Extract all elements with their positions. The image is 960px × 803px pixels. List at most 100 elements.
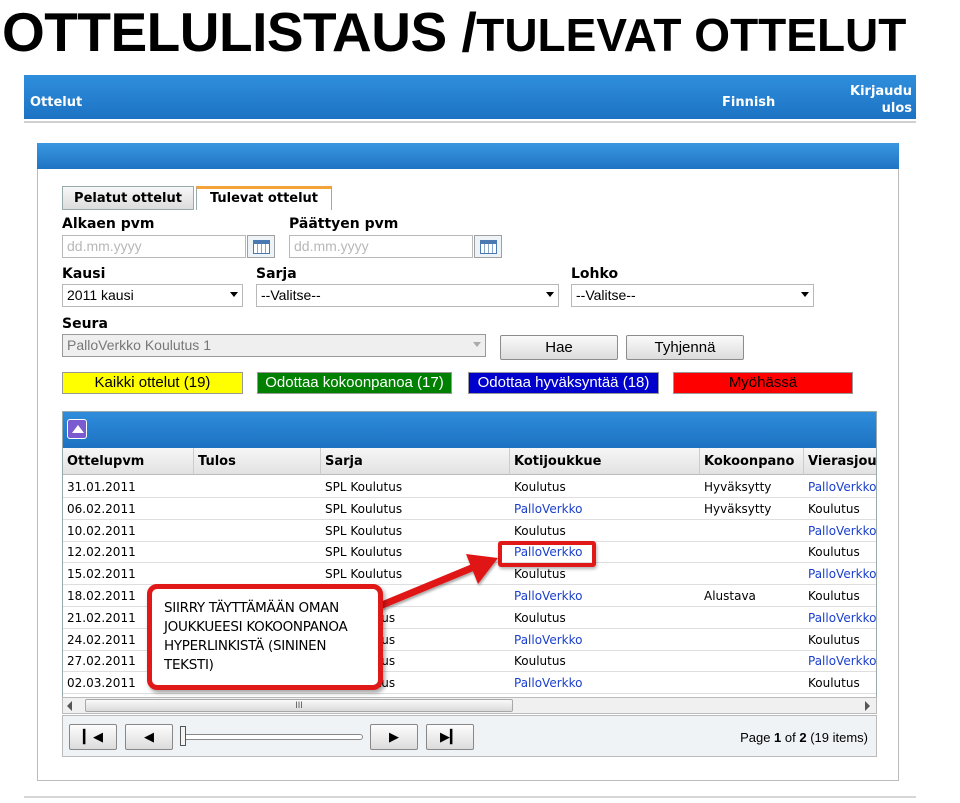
cell-date: 10.02.2011 (67, 523, 136, 538)
cell-away-team[interactable]: PalloVerkko (808, 480, 876, 494)
column-header-lineup[interactable]: Kokoonpano (700, 448, 804, 475)
cell-away-team: Koulutus (808, 589, 860, 603)
instruction-callout: SIIRRY TÄYTTÄMÄÄN OMAN JOUKKUEESI KOKOON… (147, 584, 383, 690)
filter-late[interactable]: Myöhässä (673, 372, 853, 394)
scroll-right-icon[interactable] (865, 701, 870, 711)
column-header-result[interactable]: Tulos (194, 448, 321, 475)
cell-date: 27.02.2011 (67, 654, 136, 669)
page-prefix: Page (740, 730, 775, 745)
series-label: Sarja (256, 266, 297, 282)
tab-played-matches[interactable]: Pelatut ottelut (62, 186, 194, 210)
start-date-label: Alkaen pvm (62, 216, 155, 232)
start-date-input[interactable]: dd.mm.yyyy (62, 235, 246, 258)
cell-home-team[interactable]: PalloVerkko (514, 502, 582, 516)
pager: ▎◀ ◀ ▶ ▶▎ Page 1 of 2 (19 items) (62, 715, 877, 757)
nav-matches-link[interactable]: Ottelut (30, 95, 82, 110)
group-value: --Valitse-- (576, 287, 636, 303)
group-label: Lohko (571, 266, 619, 282)
page-info: Page 1 of 2 (19 items) (740, 730, 868, 745)
logout-link[interactable]: Kirjaudu ulos (850, 83, 912, 117)
table-row: 06.02.2011 SPL Koulutus PalloVerkko Hyväksy… (63, 498, 876, 520)
filter-awaiting-approval[interactable]: Odottaa hyväksyntää (18) (468, 372, 659, 394)
first-page-icon: ▎◀ (83, 729, 103, 744)
cell-date: 06.02.2011 (67, 501, 136, 516)
cell-date: 02.03.2011 (67, 676, 136, 691)
cell-date: 24.02.2011 (67, 632, 136, 647)
cell-home-team: Koulutus (514, 654, 566, 669)
logout-line-2: ulos (881, 101, 912, 116)
cell-away-team: Koulutus (808, 501, 860, 516)
grid-toolbar (63, 412, 876, 448)
end-date-label: Päättyen pvm (289, 216, 399, 232)
scrollbar-thumb[interactable]: III (85, 699, 513, 712)
top-nav-bar: Ottelut Finnish Kirjaudu ulos (24, 75, 916, 119)
club-value: PalloVerkko Koulutus 1 (67, 337, 211, 353)
end-date-input[interactable]: dd.mm.yyyy (289, 235, 473, 258)
cell-away-team: Koulutus (808, 676, 860, 691)
cell-home-team: Koulutus (514, 567, 566, 582)
cell-away-team[interactable]: PalloVerkko (808, 567, 876, 581)
page-of: of (781, 730, 800, 745)
last-page-button[interactable]: ▶▎ (426, 724, 474, 750)
club-select: PalloVerkko Koulutus 1 (62, 334, 486, 357)
highlight-box (498, 541, 596, 567)
cell-home-team: Koulutus (514, 523, 566, 538)
tab-upcoming-matches[interactable]: Tulevat ottelut (196, 186, 332, 210)
table-row: 10.02.2011 SPL Koulutus Koulutus PalloVerkk… (63, 520, 876, 542)
cell-series: SPL Koulutus (325, 523, 403, 538)
season-select[interactable]: 2011 kausi (62, 284, 243, 307)
first-page-button[interactable]: ▎◀ (69, 724, 117, 750)
cell-date: 31.01.2011 (67, 480, 136, 494)
scroll-left-icon[interactable] (67, 701, 72, 711)
filter-all-matches[interactable]: Kaikki ottelut (19) (62, 372, 243, 394)
column-header-away-team[interactable]: Vierasjoukkue (804, 448, 876, 475)
slide-title-main: OTTELULISTAUS / (2, 1, 477, 63)
column-header-home-team[interactable]: Kotijoukkue (510, 448, 700, 475)
calendar-icon[interactable] (247, 235, 275, 258)
cell-series: SPL Koulutus (325, 501, 403, 516)
table-row: 31.01.2011 SPL Koulutus Koulutus Hyväksytty… (63, 476, 876, 498)
arrow-icon (378, 554, 498, 609)
cell-away-team[interactable]: PalloVerkko (808, 611, 876, 625)
next-page-icon: ▶ (389, 729, 399, 744)
group-select[interactable]: --Valitse-- (571, 284, 814, 307)
slide-title: OTTELULISTAUS /TULEVAT OTTELUT (2, 0, 906, 63)
page-total: 2 (799, 730, 807, 745)
chevron-down-icon (230, 292, 238, 297)
column-header-series[interactable]: Sarja (321, 448, 510, 475)
cell-home-team[interactable]: PalloVerkko (514, 589, 582, 603)
chevron-down-icon (801, 292, 809, 297)
footer-divider (24, 796, 916, 798)
horizontal-scrollbar[interactable]: III (62, 697, 877, 714)
cell-home-team[interactable]: PalloVerkko (514, 633, 582, 647)
prev-page-button[interactable]: ◀ (125, 724, 173, 750)
cell-away-team[interactable]: PalloVerkko (808, 524, 876, 538)
next-page-button[interactable]: ▶ (370, 724, 418, 750)
clear-button[interactable]: Tyhjennä (626, 335, 744, 360)
filter-awaiting-lineup[interactable]: Odottaa kokoonpanoa (17) (257, 372, 452, 394)
chevron-down-icon (546, 292, 554, 297)
cell-home-team[interactable]: PalloVerkko (514, 676, 582, 690)
cell-lineup: Alustava (704, 589, 756, 603)
language-selector[interactable]: Finnish (722, 95, 775, 110)
cell-away-team: Koulutus (808, 632, 860, 647)
divider (24, 121, 916, 123)
cell-home-team: Koulutus (514, 480, 566, 494)
cell-series: SPL Koulutus (325, 480, 403, 494)
logout-line-1: Kirjaudu (850, 84, 912, 99)
page-slider-track[interactable] (181, 734, 363, 740)
column-header-date[interactable]: Ottelupvm (63, 448, 194, 475)
page-items: (19 items) (806, 730, 868, 745)
season-value: 2011 kausi (67, 287, 134, 303)
cell-date: 18.02.2011 (67, 589, 136, 603)
cell-date: 21.02.2011 (67, 610, 136, 625)
series-select[interactable]: --Valitse-- (256, 284, 559, 307)
search-button[interactable]: Hae (500, 335, 618, 360)
cell-away-team[interactable]: PalloVerkko (808, 654, 876, 668)
cell-lineup: Hyväksytty (704, 501, 772, 516)
collapse-icon[interactable] (67, 419, 87, 439)
calendar-icon[interactable] (474, 235, 502, 258)
last-page-icon: ▶▎ (440, 729, 460, 744)
club-label: Seura (62, 316, 108, 332)
page-slider-thumb[interactable] (180, 726, 186, 746)
